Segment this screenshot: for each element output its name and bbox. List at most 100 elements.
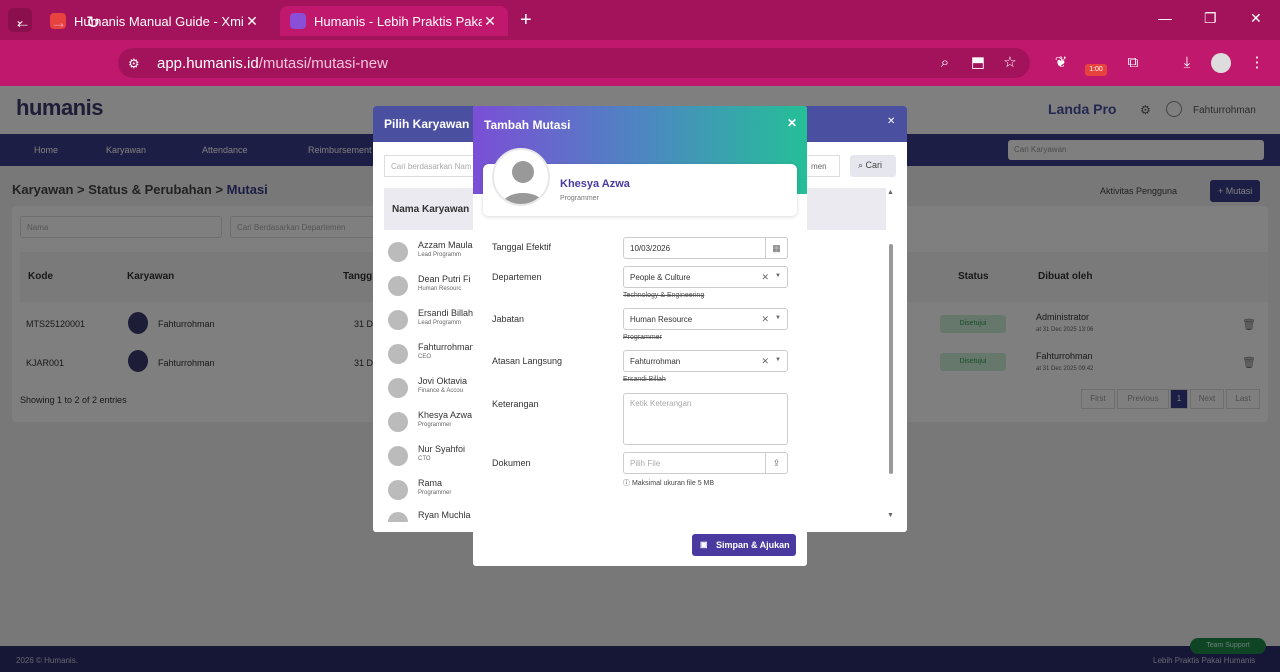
clear-icon[interactable]: ✕ xyxy=(761,272,769,283)
supervisor-old-value: Ersandi Billah xyxy=(623,376,666,383)
employee-role: Programmer xyxy=(560,195,599,202)
zoom-icon[interactable]: ⌕ xyxy=(934,52,956,74)
position-value: Human Resource xyxy=(630,315,693,324)
chevron-down-icon: ▼ xyxy=(775,357,781,363)
employee-role: Human Resourc xyxy=(418,286,462,292)
minimize-icon[interactable]: — xyxy=(1158,10,1172,26)
picker-employee-row[interactable]: Azzam Maula Lead Programm xyxy=(384,238,474,272)
picker-employee-row[interactable]: Ersandi Billah Lead Programm xyxy=(384,306,474,340)
picker-search-label: Cari xyxy=(865,160,883,170)
document-file-input[interactable]: Pilih File ⇪ xyxy=(623,452,788,474)
url-host: app.humanis.id xyxy=(157,55,259,72)
profile-avatar[interactable] xyxy=(1211,53,1231,73)
employee-role: Finance & Accou xyxy=(418,388,464,394)
employee-name: Azzam Maula xyxy=(418,240,473,250)
bookmark-star-icon[interactable]: ☆ xyxy=(999,52,1021,74)
extension-timer-badge[interactable]: 1:00 xyxy=(1085,64,1107,76)
save-disk-icon: ▣ xyxy=(700,540,708,549)
employee-avatar xyxy=(388,378,408,398)
employee-name: Ryan Muchla xyxy=(418,510,471,520)
effective-date-input[interactable]: 10/03/2026 ▦ xyxy=(623,237,788,259)
label-supervisor: Atasan Langsung xyxy=(492,356,563,366)
employee-role: CEO xyxy=(418,354,432,360)
employee-role: CTO xyxy=(418,456,431,462)
file-size-note: ⓘ Maksimal ukuran file 5 MB xyxy=(623,478,714,488)
employee-avatar xyxy=(388,344,408,364)
picker-scrollbar[interactable] xyxy=(889,244,893,474)
employee-name: Nur Syahfoi xyxy=(418,444,466,454)
site-settings-icon[interactable]: ⚙ xyxy=(128,54,140,74)
picker-employee-row[interactable]: Ryan Muchla xyxy=(384,508,474,522)
picker-employee-row[interactable]: Dean Putri Fi Human Resourc xyxy=(384,272,474,306)
new-tab-button[interactable]: + xyxy=(520,8,532,32)
reload-icon[interactable]: ↻ xyxy=(86,13,100,33)
browser-tab-guide[interactable]: Humanis Manual Guide - Xminc ✕ xyxy=(40,6,270,36)
supervisor-select[interactable]: Fahturrohman ✕ ▼ xyxy=(623,350,788,372)
employee-avatar xyxy=(388,412,408,432)
position-old-value: Programmer xyxy=(623,334,662,341)
calendar-icon[interactable]: ▦ xyxy=(765,238,787,258)
effective-date-value: 10/03/2026 xyxy=(630,244,671,253)
scroll-up-icon[interactable]: ▲ xyxy=(887,189,894,196)
chevron-down-icon: ▼ xyxy=(775,273,781,279)
forward-icon[interactable]: → xyxy=(50,13,67,33)
employee-avatar xyxy=(388,512,408,522)
picker-employee-row[interactable]: Rama Programmer xyxy=(384,476,474,510)
save-submit-button[interactable]: ▣ Simpan & Ajukan xyxy=(692,534,796,556)
employee-role: Programmer xyxy=(418,490,452,496)
employee-name: Rama xyxy=(418,478,443,488)
tab-favicon-icon xyxy=(290,13,306,29)
picker-close-icon[interactable]: ✕ xyxy=(887,116,895,127)
file-placeholder: Pilih File xyxy=(630,459,661,468)
employee-photo xyxy=(492,148,550,206)
url-path: /mutasi/mutasi-new xyxy=(258,55,388,72)
department-select[interactable]: People & Culture ✕ ▼ xyxy=(623,266,788,288)
picker-employee-row[interactable]: Nur Syahfoi CTO xyxy=(384,442,474,476)
add-mutation-modal: Tambah Mutasi ✕ Khesya Azwa Programmer T… xyxy=(473,106,807,566)
employee-role: Lead Programm xyxy=(418,320,462,326)
info-icon: ⓘ xyxy=(623,480,632,487)
tab-close-icon[interactable]: ✕ xyxy=(244,13,260,30)
position-select[interactable]: Human Resource ✕ ▼ xyxy=(623,308,788,330)
picker-employee-row[interactable]: Fahturrohman CEO xyxy=(384,340,475,374)
picker-col-name: Nama Karyawan xyxy=(392,204,470,215)
label-department: Departemen xyxy=(492,272,542,282)
label-effective-date: Tanggal Efektif xyxy=(492,242,552,252)
employee-avatar xyxy=(388,480,408,500)
employee-name: Khesya Azwa xyxy=(418,410,473,420)
supervisor-value: Fahturrohman xyxy=(630,357,681,366)
employee-name: Jovi Oktavia xyxy=(418,376,468,386)
notes-textarea[interactable]: Ketik Keterangan xyxy=(623,393,788,445)
clear-icon[interactable]: ✕ xyxy=(761,356,769,367)
modal-close-icon[interactable]: ✕ xyxy=(787,116,797,130)
file-size-text: Maksimal ukuran file 5 MB xyxy=(631,480,715,487)
employee-role: Programmer xyxy=(418,422,452,428)
picker-search-button[interactable]: ⌕ Cari xyxy=(850,155,896,177)
label-document: Dokumen xyxy=(492,458,531,468)
browser-tab-humanis[interactable]: Humanis - Lebih Praktis Pakai H ✕ xyxy=(280,6,508,36)
upload-icon[interactable]: ⇪ xyxy=(765,453,787,473)
search-icon: ⌕ xyxy=(858,160,866,170)
restore-icon[interactable]: ❐ xyxy=(1204,10,1217,27)
scroll-down-icon[interactable]: ▼ xyxy=(887,512,894,519)
picker-department-select[interactable]: men xyxy=(806,155,840,177)
url-text[interactable]: app.humanis.id/mutasi/mutasi-new xyxy=(157,55,388,72)
browser-menu-icon[interactable]: ⋮ xyxy=(1246,52,1268,74)
back-icon[interactable]: ← xyxy=(14,13,31,33)
window-close-icon[interactable]: ✕ xyxy=(1250,10,1262,27)
employee-avatar xyxy=(388,446,408,466)
picker-employee-row[interactable]: Jovi Oktavia Finance & Accou xyxy=(384,374,474,408)
department-value: People & Culture xyxy=(630,273,691,282)
save-submit-label: Simpan & Ajukan xyxy=(716,540,790,550)
employee-role: Lead Programm xyxy=(418,252,462,258)
label-notes: Keterangan xyxy=(492,399,539,409)
extension-leaf-icon[interactable]: ❦ xyxy=(1050,52,1072,74)
picker-employee-row[interactable]: Khesya Azwa Programmer xyxy=(384,408,474,442)
clear-icon[interactable]: ✕ xyxy=(761,314,769,325)
extensions-icon[interactable]: ⧉ xyxy=(1122,52,1144,74)
tab-close-icon[interactable]: ✕ xyxy=(482,13,498,30)
employee-avatar xyxy=(388,310,408,330)
download-icon[interactable]: ⤓ xyxy=(1176,52,1198,74)
tab-title: Humanis - Lebih Praktis Pakai H xyxy=(314,13,482,29)
install-app-icon[interactable]: ⬒ xyxy=(967,52,989,74)
